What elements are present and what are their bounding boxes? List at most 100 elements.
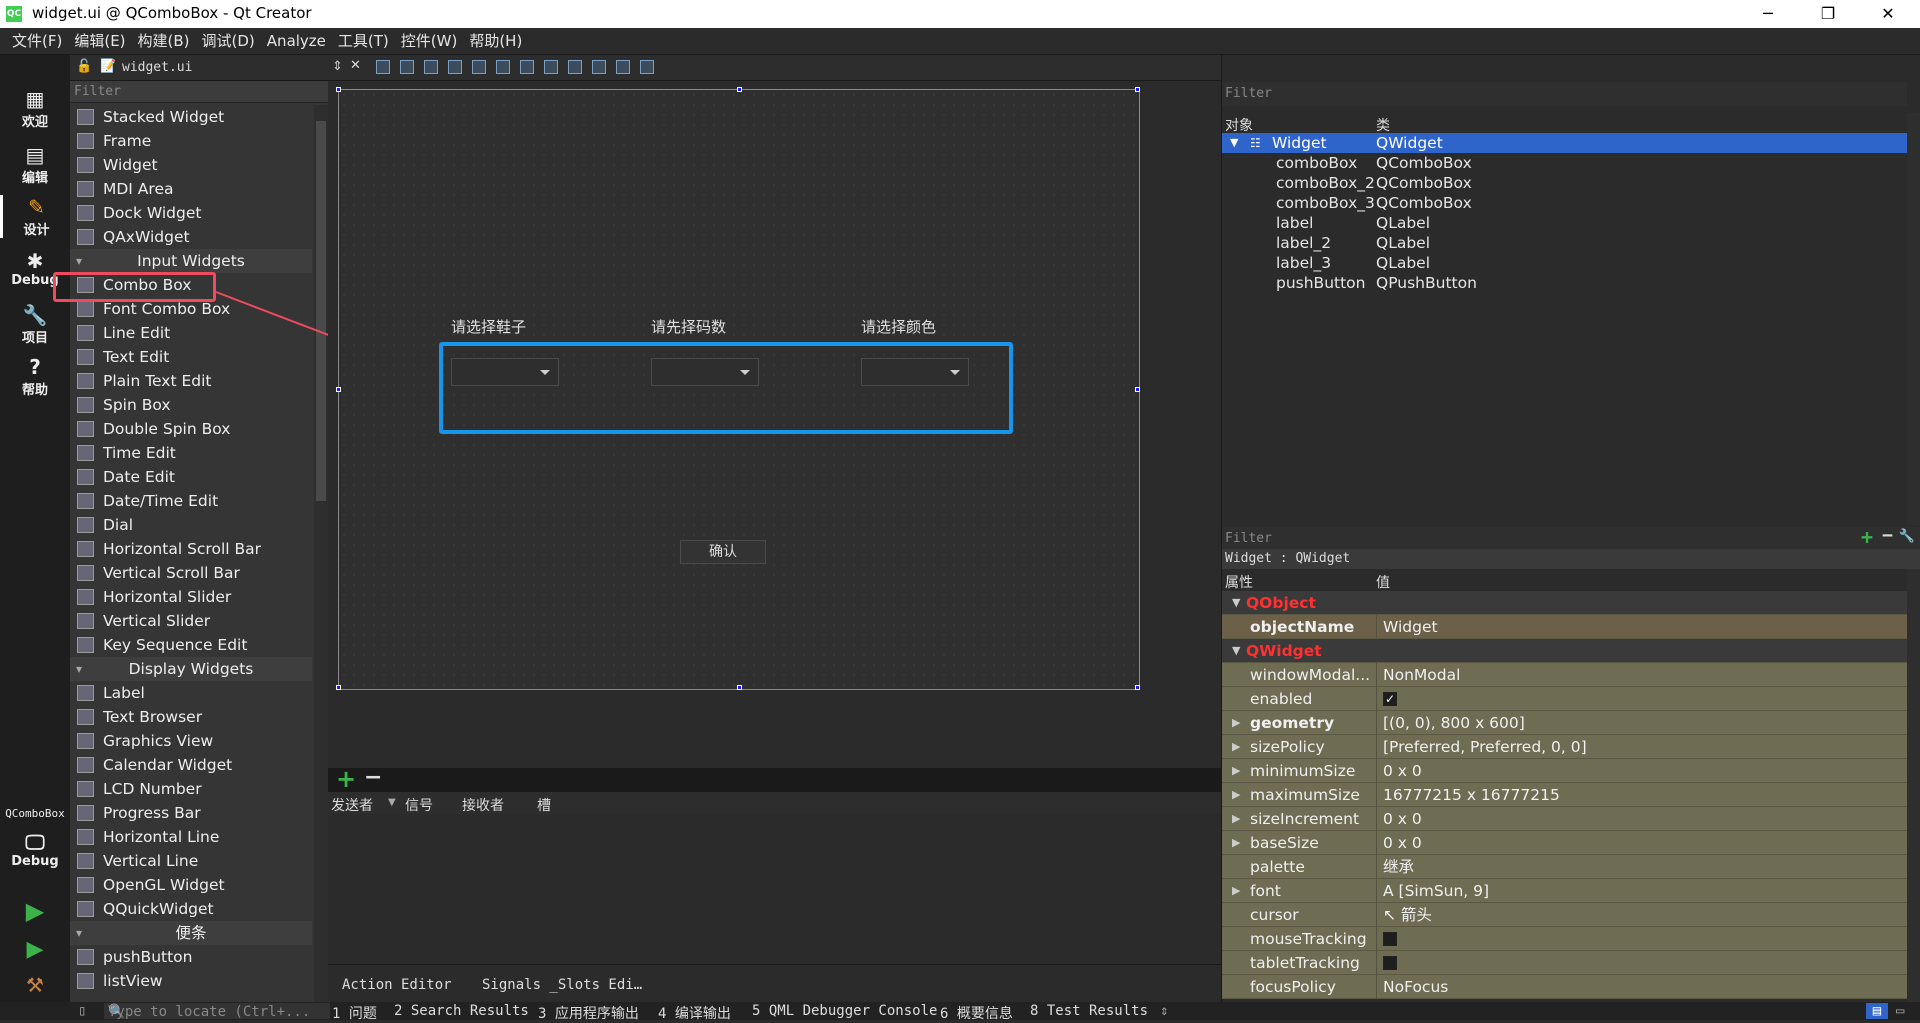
widget-box-item[interactable]: Horizontal Scroll Bar <box>70 537 312 561</box>
menu-edit[interactable]: 编辑(E) <box>68 28 131 55</box>
widget-box-item[interactable]: Dial <box>70 513 312 537</box>
widget-box-item[interactable]: Horizontal Slider <box>70 585 312 609</box>
close-tab-icon[interactable]: ✕ <box>350 58 361 73</box>
col-property[interactable]: 属性 <box>1225 572 1253 592</box>
splitter-vertical-icon[interactable] <box>544 60 558 74</box>
property-value[interactable]: 0 x 0 <box>1376 831 1422 855</box>
mode-welcome[interactable]: ▦ 欢迎 <box>0 87 70 130</box>
kit-selector[interactable]: 🖵 Debug <box>0 830 70 869</box>
widget-box-item[interactable]: Time Edit <box>70 441 312 465</box>
widget-box-item[interactable]: listView <box>70 969 312 993</box>
menu-help[interactable]: 帮助(H) <box>463 28 528 55</box>
property-row[interactable]: tabletTracking <box>1222 951 1907 975</box>
property-value[interactable]: NoFocus <box>1376 975 1448 999</box>
property-row[interactable]: ▶ minimumSize 0 x 0 <box>1222 759 1907 783</box>
property-group[interactable]: ▼ QWidget <box>1222 639 1907 663</box>
tab-action-editor[interactable]: Action Editor <box>342 977 452 993</box>
expand-arrow-icon[interactable]: ▶ <box>1232 879 1240 903</box>
tree-row-widget[interactable]: ▼ ☷ Widget QWidget <box>1222 133 1907 153</box>
property-row[interactable]: cursor ↖ 箭头 <box>1222 903 1907 927</box>
widget-box-item[interactable]: Text Browser <box>70 705 312 729</box>
output-tab-app-output[interactable]: 3 应用程序输出 <box>538 1003 639 1023</box>
resize-handle[interactable] <box>1135 685 1140 690</box>
scrollbar-thumb[interactable] <box>316 121 326 501</box>
widget-box-item[interactable]: Frame <box>70 129 312 153</box>
widget-box-item[interactable]: Widget <box>70 153 312 177</box>
property-row[interactable]: ▶ sizePolicy [Preferred, Preferred, 0, 0] <box>1222 735 1907 759</box>
property-value[interactable]: ↖ 箭头 <box>1376 903 1432 927</box>
toggle-sidebar-icon[interactable]: ▯ <box>78 1003 86 1019</box>
file-tab-name[interactable]: widget.ui <box>122 60 192 75</box>
expand-arrow-icon[interactable]: ▶ <box>1232 783 1240 807</box>
resize-handle[interactable] <box>336 87 341 92</box>
edit-tab-order-icon[interactable] <box>448 60 462 74</box>
col-receiver[interactable]: 接收者 <box>462 795 504 815</box>
output-tab-general[interactable]: 6 概要信息 <box>940 1003 1013 1023</box>
edit-buddies-icon[interactable] <box>424 60 438 74</box>
label-shoes[interactable]: 请选择鞋子 <box>451 316 526 337</box>
expand-arrow-icon[interactable]: ▶ <box>1232 831 1240 855</box>
output-switch-icon[interactable]: ⇕ <box>1160 1003 1168 1019</box>
property-row[interactable]: objectName Widget <box>1222 615 1907 639</box>
widget-category[interactable]: Display Widgets <box>70 657 312 681</box>
add-property-icon[interactable]: + <box>1861 525 1873 549</box>
splitter-horizontal-icon[interactable] <box>520 60 534 74</box>
property-value[interactable]: 0 x 0 <box>1376 807 1422 831</box>
tab-signals-slots[interactable]: Signals _Slots Edi… <box>482 977 642 993</box>
output-tab-compile[interactable]: 4 编译输出 <box>658 1003 731 1023</box>
property-value[interactable]: 继承 <box>1376 855 1414 879</box>
output-toggle-icon[interactable]: ▭ <box>1896 1003 1904 1019</box>
col-sender[interactable]: 发送者 <box>331 795 373 815</box>
edit-widgets-icon[interactable] <box>376 60 390 74</box>
tree-row[interactable]: label QLabel <box>1222 213 1907 233</box>
close-button[interactable]: ✕ <box>1860 0 1916 28</box>
collapse-arrow-icon[interactable]: ▼ <box>1230 133 1238 153</box>
widget-box-item[interactable]: Stacked Widget <box>70 105 312 129</box>
label-size[interactable]: 请先择码数 <box>651 316 726 337</box>
property-group[interactable]: ▼ QObject <box>1222 591 1907 615</box>
resize-handle[interactable] <box>1135 387 1140 392</box>
resize-handle[interactable] <box>737 87 742 92</box>
widget-box-item[interactable]: Vertical Scroll Bar <box>70 561 312 585</box>
tab-switch-icon[interactable]: ⇕ <box>332 59 343 74</box>
expand-arrow-icon[interactable]: ▶ <box>1232 735 1240 759</box>
widget-box-item[interactable]: QQuickWidget <box>70 897 312 921</box>
widget-box-item[interactable]: Label <box>70 681 312 705</box>
tree-row[interactable]: label_2 QLabel <box>1222 233 1907 253</box>
edit-signals-icon[interactable] <box>400 60 414 74</box>
menu-file[interactable]: 文件(F) <box>6 28 68 55</box>
layout-grid-icon[interactable] <box>592 60 606 74</box>
widget-box-item[interactable]: Date/Time Edit <box>70 489 312 513</box>
menu-debug[interactable]: 调试(D) <box>196 28 261 55</box>
property-row[interactable]: ▶ font A [SimSun, 9] <box>1222 879 1907 903</box>
property-row[interactable]: palette 继承 <box>1222 855 1907 879</box>
menu-widgets[interactable]: 控件(W) <box>395 28 464 55</box>
tree-row[interactable]: comboBox QComboBox <box>1222 153 1907 173</box>
property-value[interactable]: A [SimSun, 9] <box>1376 879 1489 903</box>
property-checkbox[interactable]: ✓ <box>1383 691 1397 706</box>
mode-design[interactable]: ✎ 设计 <box>0 195 70 238</box>
resize-handle[interactable] <box>336 685 341 690</box>
col-object[interactable]: 对象 <box>1225 115 1253 135</box>
widget-box-item[interactable]: Vertical Line <box>70 849 312 873</box>
property-row[interactable]: enabled ✓ <box>1222 687 1907 711</box>
collapse-arrow-icon[interactable]: ▼ <box>1232 639 1240 663</box>
property-row[interactable]: ▶ geometry [(0, 0), 800 x 600] <box>1222 711 1907 735</box>
property-value[interactable]: NonModal <box>1376 663 1460 687</box>
widget-box-item[interactable]: Plain Text Edit <box>70 369 312 393</box>
mode-projects[interactable]: 🔧 项目 <box>0 303 70 346</box>
tree-row[interactable]: comboBox_2 QComboBox <box>1222 173 1907 193</box>
col-slot[interactable]: 槽 <box>537 795 551 815</box>
collapse-arrow-icon[interactable]: ▼ <box>1232 591 1240 615</box>
run-icon[interactable]: ▶ <box>0 897 70 925</box>
expand-arrow-icon[interactable]: ▶ <box>1232 807 1240 831</box>
configure-wrench-icon[interactable]: 🔧 <box>1899 529 1915 544</box>
col-value[interactable]: 值 <box>1376 572 1390 592</box>
menu-tools[interactable]: 工具(T) <box>332 28 395 55</box>
adjust-size-icon[interactable] <box>640 60 654 74</box>
property-value[interactable]: 0 x 0 <box>1376 759 1422 783</box>
widget-box-item[interactable]: Graphics View <box>70 729 312 753</box>
add-connection-icon[interactable]: + <box>336 765 356 793</box>
property-row[interactable]: windowModal... NonModal <box>1222 663 1907 687</box>
confirm-button[interactable]: 确认 <box>680 540 766 564</box>
